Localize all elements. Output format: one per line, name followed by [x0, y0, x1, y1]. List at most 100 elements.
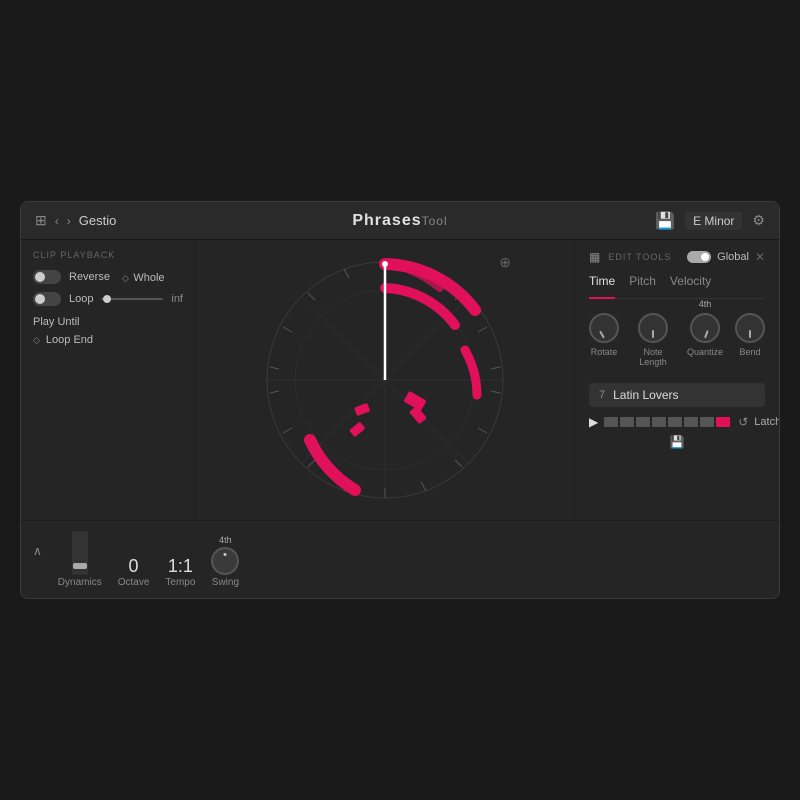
loop-slider[interactable]: [101, 298, 163, 300]
swing-ctrl: 4th Swing: [211, 535, 239, 588]
tab-time[interactable]: Time: [589, 274, 615, 299]
header-right: 💾 E Minor ⚙: [522, 211, 765, 231]
quantize-ctrl-wrap: 4th Quantize: [687, 313, 723, 367]
reverse-row: Reverse ◇ Whole: [33, 268, 183, 286]
swing-label: Swing: [212, 577, 239, 588]
bottom-save-wrap: 💾: [589, 435, 765, 449]
bend-knob[interactable]: [735, 313, 765, 343]
phrase-name: Latin Lovers: [613, 388, 755, 402]
play-button[interactable]: ▶: [589, 415, 598, 429]
dynamics-fader-thumb: [73, 563, 87, 569]
header-center: PhrasesTool: [278, 212, 521, 230]
main-content: CLIP PLAYBACK Reverse ◇ Whole Loop inf P…: [21, 240, 779, 520]
note-length-mark: [652, 330, 654, 338]
center-panel: ⊕: [196, 240, 574, 520]
quantize-ctrl: 4th Quantize: [687, 313, 723, 357]
close-icon[interactable]: ✕: [755, 250, 765, 264]
key-badge[interactable]: E Minor: [685, 212, 742, 230]
note-length-label: Note Length: [631, 347, 675, 367]
plugin-window: ⊞ ‹ › Gestio PhrasesTool 💾 E Minor ⚙ CLI…: [20, 201, 780, 599]
loop-end-arrows: ◇: [33, 335, 40, 346]
octave-label: Octave: [118, 577, 150, 588]
block-3[interactable]: [636, 417, 650, 427]
dynamics-fader[interactable]: [72, 531, 88, 575]
save-icon-bottom[interactable]: 💾: [589, 435, 765, 449]
clip-playback-label: CLIP PLAYBACK: [33, 250, 183, 260]
header: ⊞ ‹ › Gestio PhrasesTool 💾 E Minor ⚙: [21, 202, 779, 240]
play-until-label: Play Until: [33, 316, 79, 328]
header-left: ⊞ ‹ › Gestio: [35, 212, 278, 229]
tab-pitch[interactable]: Pitch: [629, 274, 656, 292]
swing-knob[interactable]: [211, 547, 239, 575]
swing-4th: 4th: [219, 535, 232, 545]
right-panel: ▦ EDIT TOOLS Global ✕ Time Pitch Velocit…: [574, 240, 779, 520]
dynamics-label: Dynamics: [58, 577, 102, 588]
phrase-blocks: [604, 417, 730, 427]
global-label: Global: [717, 251, 749, 263]
note-length-knob[interactable]: [638, 313, 668, 343]
rotate-knob[interactable]: [589, 313, 619, 343]
block-4[interactable]: [652, 417, 666, 427]
gear-icon[interactable]: ⚙: [752, 212, 765, 229]
quantize-knob-wrap: 4th: [690, 313, 720, 343]
loop-slider-thumb: [103, 295, 111, 303]
tab-velocity[interactable]: Velocity: [670, 274, 711, 292]
bend-ctrl: Bend: [735, 313, 765, 367]
rotate-ctrl: Rotate: [589, 313, 619, 367]
quantize-knob[interactable]: [690, 313, 720, 343]
quantize-mark: [704, 330, 709, 338]
block-2[interactable]: [620, 417, 634, 427]
crosshair-icon[interactable]: ⊕: [499, 254, 511, 271]
edit-tools-header: ▦ EDIT TOOLS Global ✕: [589, 250, 765, 264]
bottom-controls: ∧ Dynamics 0 Octave 1:1 Tempo 4th Swing: [21, 520, 779, 598]
latch-label: Latch: [754, 416, 780, 428]
block-1[interactable]: [604, 417, 618, 427]
octave-value: 0: [129, 557, 139, 575]
loop-toggle[interactable]: [33, 292, 61, 306]
loop-end-label: Loop End: [46, 334, 93, 346]
edit-tools-grid-icon: ▦: [589, 250, 600, 264]
block-5[interactable]: [668, 417, 682, 427]
play-until-row: Play Until: [33, 312, 183, 330]
edit-tools-label: EDIT TOOLS: [608, 252, 671, 262]
loop-label: Loop: [69, 293, 93, 305]
plugin-title: PhrasesTool: [352, 212, 447, 229]
phrase-playbar: ▶ ↺ Latch: [589, 415, 765, 429]
reverse-label: Reverse: [69, 271, 110, 283]
save-icon[interactable]: 💾: [655, 211, 675, 231]
bend-label: Bend: [739, 347, 760, 357]
octave-ctrl: 0 Octave: [118, 557, 150, 588]
note-length-ctrl: Note Length: [631, 313, 675, 367]
nav-forward[interactable]: ›: [67, 214, 71, 228]
tempo-value: 1:1: [168, 557, 193, 575]
loop-icon[interactable]: ↺: [738, 415, 748, 429]
whole-label: Whole: [133, 272, 164, 284]
loop-row: Loop inf: [33, 292, 183, 306]
loop-end-row: ◇ Loop End: [33, 334, 183, 346]
tempo-label: Tempo: [165, 577, 195, 588]
circle-visualizer: ⊕: [255, 250, 515, 510]
knobs-row: Rotate Note Length 4th: [589, 313, 765, 367]
whole-arrows: ◇ Whole: [122, 268, 165, 286]
block-6[interactable]: [684, 417, 698, 427]
rotate-label: Rotate: [591, 347, 618, 357]
global-toggle-group: Global ✕: [687, 250, 765, 264]
inf-label: inf: [171, 293, 183, 305]
block-8[interactable]: [716, 417, 730, 427]
reverse-toggle[interactable]: [33, 270, 61, 284]
visualizer-svg: [255, 250, 515, 510]
grid-icon[interactable]: ⊞: [35, 212, 47, 229]
bend-mark: [749, 330, 751, 338]
nav-back[interactable]: ‹: [55, 214, 59, 228]
rotate-mark: [599, 331, 605, 339]
expand-arrow[interactable]: ∧: [33, 544, 42, 558]
swing-knob-dot: [224, 553, 227, 556]
dynamics-ctrl: Dynamics: [58, 531, 102, 588]
quantize-label: Quantize: [687, 347, 723, 357]
global-toggle[interactable]: [687, 251, 711, 263]
header-title: Gestio: [79, 213, 117, 228]
phrase-number: 7: [599, 389, 605, 401]
left-panel: CLIP PLAYBACK Reverse ◇ Whole Loop inf P…: [21, 240, 196, 520]
phrase-selector[interactable]: 7 Latin Lovers: [589, 383, 765, 407]
block-7[interactable]: [700, 417, 714, 427]
